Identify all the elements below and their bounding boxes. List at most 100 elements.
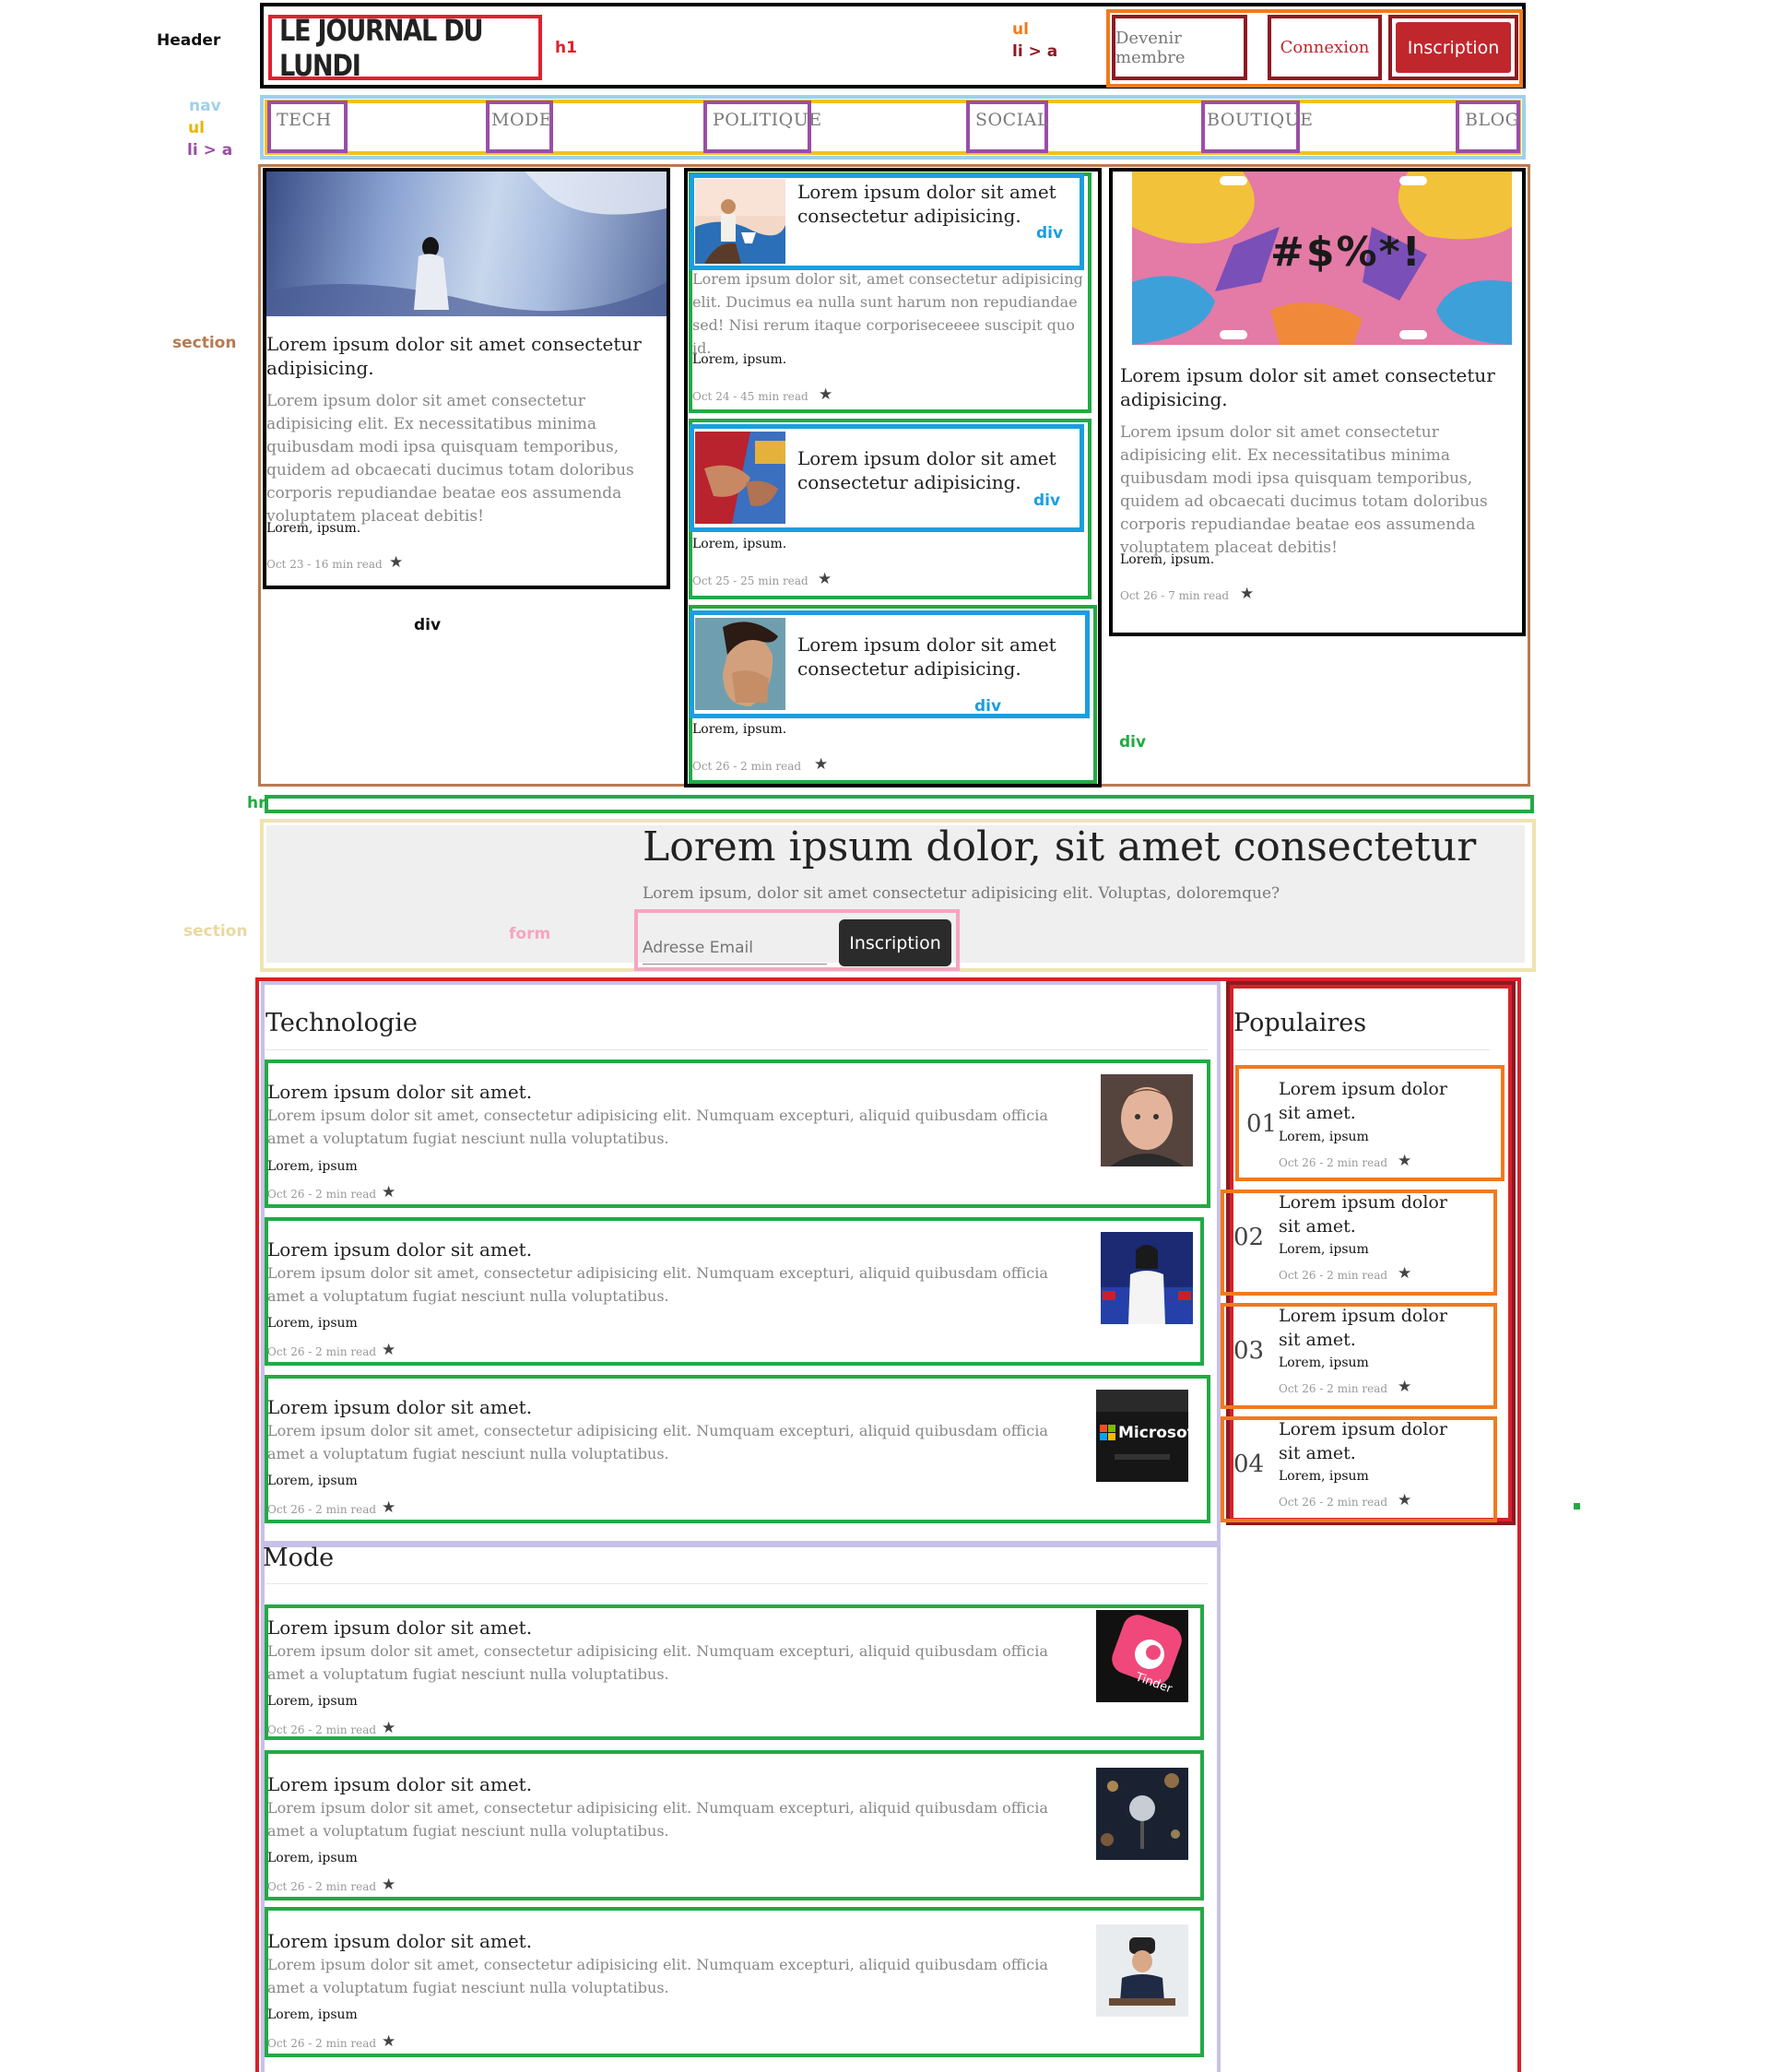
main-nav-list (265, 100, 1521, 155)
tech-article-1-author: Lorem, ipsum (267, 1159, 358, 1174)
tech-article-1-excerpt: Lorem ipsum dolor sit amet, consectetur … (267, 1107, 1048, 1147)
tech-article-3-author: Lorem, ipsum (267, 1474, 358, 1488)
mode-article-1-excerpt: Lorem ipsum dolor sit amet, consectetur … (267, 1642, 1048, 1683)
popular-item-4-title[interactable]: Lorem ipsum dolor sit amet. (1279, 1417, 1472, 1465)
mode-article-3-author: Lorem, ipsum (267, 2007, 358, 2022)
technologie-divider (266, 1049, 1208, 1050)
annotation-div-right: div (1119, 733, 1147, 752)
annotation-hr: hr (247, 794, 266, 812)
nav-item-boutique[interactable]: BOUTIQUE (1201, 101, 1313, 153)
hero-right-title[interactable]: Lorem ipsum dolor sit amet consectetur a… (1120, 363, 1512, 411)
annotation-nav: nav (189, 97, 221, 115)
mode-article-3-excerpt: Lorem ipsum dolor sit amet, consectetur … (267, 1956, 1048, 1996)
annotation-div-left: div (414, 616, 442, 634)
hero-middle-image-1 (695, 179, 785, 264)
signup-button[interactable]: Inscription (1396, 22, 1511, 73)
mode-article-2-title[interactable]: Lorem ipsum dolor sit amet. (267, 1773, 532, 1795)
annotation-div-blue-3: div (974, 697, 1002, 716)
tech-article-1-meta: Oct 26 - 2 min read (267, 1188, 377, 1201)
tech-article-3-title[interactable]: Lorem ipsum dolor sit amet. (267, 1396, 532, 1418)
star-icon[interactable]: ★ (814, 755, 828, 774)
hero-right-excerpt: Lorem ipsum dolor sit amet consectetur a… (1120, 423, 1488, 557)
hero-left-meta: Oct 23 - 16 min read (266, 558, 383, 571)
tech-article-3-meta: Oct 26 - 2 min read (267, 1503, 377, 1516)
tech-article-2-title[interactable]: Lorem ipsum dolor sit amet. (267, 1238, 532, 1261)
hero-middle-meta-1: Oct 24 - 45 min read (692, 390, 808, 403)
mode-article-1-title[interactable]: Lorem ipsum dolor sit amet. (267, 1616, 532, 1639)
star-icon[interactable]: ★ (382, 1183, 395, 1202)
hero-middle-title-1[interactable]: Lorem ipsum dolor sit amet consectetur a… (797, 180, 1074, 228)
mode-article-3-meta: Oct 26 - 2 min read (267, 2037, 377, 2050)
become-member-button[interactable]: Devenir membre (1112, 15, 1247, 80)
star-icon[interactable]: ★ (1398, 1491, 1411, 1510)
star-icon[interactable]: ★ (1398, 1378, 1411, 1396)
star-icon[interactable]: ★ (1398, 1152, 1411, 1170)
annotation-div-blue-2: div (1033, 491, 1061, 510)
mode-article-1-author: Lorem, ipsum (267, 1694, 358, 1709)
annotation-section-2: section (183, 922, 248, 941)
mode-article-3-title[interactable]: Lorem ipsum dolor sit amet. (267, 1930, 532, 1952)
nav-item-politique[interactable]: POLITIQUE (703, 101, 821, 153)
hero-middle-image-3 (695, 618, 785, 710)
popular-item-1-number: 01 (1246, 1110, 1278, 1138)
populaires-divider (1233, 1049, 1490, 1050)
star-icon[interactable]: ★ (1398, 1264, 1411, 1283)
hero-middle-image-2 (695, 432, 785, 524)
star-icon[interactable]: ★ (819, 385, 832, 404)
email-input[interactable] (643, 931, 827, 965)
star-icon[interactable]: ★ (382, 1876, 395, 1894)
hero-middle-title-2[interactable]: Lorem ipsum dolor sit amet consectetur a… (797, 446, 1074, 494)
site-logo[interactable]: LE JOURNAL DU LUNDI (268, 12, 542, 83)
tech-article-2-image (1101, 1232, 1193, 1324)
popular-item-4-number: 04 (1233, 1450, 1265, 1478)
mode-divider (266, 1583, 1208, 1584)
hero-left-title[interactable]: Lorem ipsum dolor sit amet consectetur a… (266, 332, 658, 380)
popular-item-3-author: Lorem, ipsum (1279, 1356, 1369, 1370)
popular-item-2-meta: Oct 26 - 2 min read (1279, 1269, 1388, 1282)
star-icon[interactable]: ★ (382, 1719, 395, 1737)
popular-item-4-meta: Oct 26 - 2 min read (1279, 1496, 1388, 1509)
star-icon[interactable]: ★ (382, 1498, 395, 1517)
annotation-li-a: li > a (1012, 42, 1058, 61)
newsletter-submit-button[interactable]: Inscription (839, 919, 951, 966)
nav-item-tech[interactable]: TECH (267, 101, 348, 153)
signup-button-wrapper: Inscription (1388, 15, 1518, 80)
nav-item-mode[interactable]: MODE (486, 101, 553, 153)
annotation-nav-li-a: li > a (187, 141, 233, 160)
star-icon[interactable]: ★ (818, 570, 832, 588)
mode-article-2-image (1096, 1768, 1188, 1860)
newsletter-subheading: Lorem ipsum, dolor sit amet consectetur … (643, 884, 1280, 903)
hero-middle-excerpt-1: Lorem ipsum dolor sit, amet consectetur … (692, 270, 1083, 357)
technologie-heading: Technologie (266, 1009, 418, 1037)
hero-middle-title-3[interactable]: Lorem ipsum dolor sit amet consectetur a… (797, 633, 1074, 681)
site-logo-text: LE JOURNAL DU LUNDI (279, 12, 484, 83)
tech-article-1-image (1101, 1074, 1193, 1166)
nav-item-blog[interactable]: BLOG (1456, 101, 1520, 153)
popular-item-2-title[interactable]: Lorem ipsum dolor sit amet. (1279, 1190, 1472, 1238)
tech-article-3-excerpt: Lorem ipsum dolor sit amet, consectetur … (267, 1422, 1048, 1462)
star-icon[interactable]: ★ (389, 553, 403, 572)
mode-article-2-excerpt: Lorem ipsum dolor sit amet, consectetur … (267, 1799, 1048, 1840)
tech-article-2-excerpt: Lorem ipsum dolor sit amet, consectetur … (267, 1264, 1048, 1305)
tech-article-3-image: Microsoft (1096, 1390, 1188, 1482)
mode-heading: Mode (263, 1544, 335, 1572)
nav-item-social[interactable]: SOCIAL (966, 101, 1048, 153)
popular-item-1-author: Lorem, ipsum (1279, 1130, 1369, 1144)
mode-article-1-image: Tinder (1096, 1610, 1188, 1702)
star-icon[interactable]: ★ (1240, 585, 1254, 603)
annotation-form: form (509, 925, 551, 943)
mode-article-2-meta: Oct 26 - 2 min read (267, 1880, 377, 1893)
star-icon[interactable]: ★ (382, 2032, 395, 2051)
star-icon[interactable]: ★ (382, 1341, 395, 1359)
popular-item-1-meta: Oct 26 - 2 min read (1279, 1156, 1388, 1169)
hero-right-image: #$%*! (1132, 172, 1512, 345)
hero-left-author: Lorem, ipsum. (266, 521, 361, 536)
annotation-section: section (172, 334, 237, 352)
popular-item-2-author: Lorem, ipsum (1279, 1242, 1369, 1257)
login-button[interactable]: Connexion (1268, 15, 1382, 80)
popular-item-1-title[interactable]: Lorem ipsum dolor sit amet. (1279, 1077, 1472, 1125)
popular-item-3-title[interactable]: Lorem ipsum dolor sit amet. (1279, 1304, 1472, 1352)
mode-article-3-image (1096, 1924, 1188, 2017)
tech-article-1-title[interactable]: Lorem ipsum dolor sit amet. (267, 1081, 532, 1103)
annotation-ul: ul (1012, 20, 1029, 39)
